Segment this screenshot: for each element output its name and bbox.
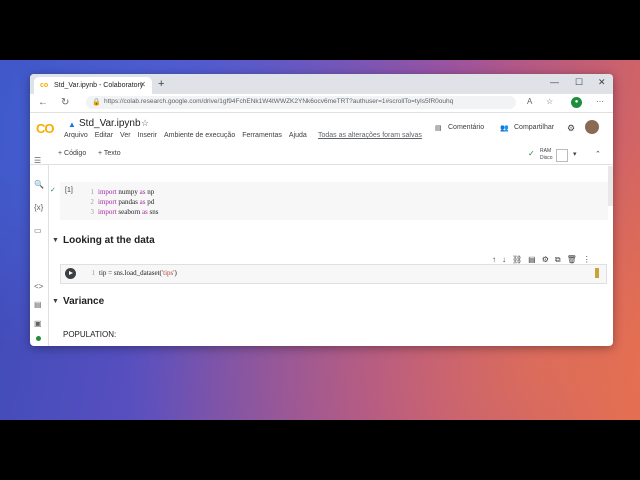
share-icon[interactable]: 👥 bbox=[500, 124, 509, 132]
command-palette-icon[interactable]: ▤ bbox=[34, 300, 42, 309]
url-text: https://colab.research.google.com/drive/… bbox=[104, 98, 454, 105]
chevron-down-icon[interactable]: ▾ bbox=[573, 150, 577, 158]
text-cell-population: POPULATION: bbox=[63, 330, 117, 339]
save-status-link[interactable]: Todas as alterações foram salvas bbox=[318, 132, 422, 139]
url-field[interactable]: 🔒 https://colab.research.google.com/driv… bbox=[86, 96, 516, 109]
menu-ver[interactable]: Ver bbox=[120, 132, 131, 139]
notebook-toolbar: + Código + Texto ✓ RAM Disco ▾ ⌃ bbox=[30, 146, 613, 165]
code-snippets-icon[interactable]: <> bbox=[34, 282, 43, 291]
gear-icon[interactable]: ⚙ bbox=[567, 123, 575, 134]
menu-arquivo[interactable]: Arquivo bbox=[64, 132, 88, 139]
terminal-icon[interactable]: ▣ bbox=[34, 319, 42, 328]
comment-button[interactable]: Comentário bbox=[448, 124, 484, 131]
avatar[interactable] bbox=[585, 120, 599, 134]
favorite-icon[interactable]: ☆ bbox=[546, 97, 553, 106]
extension-icon[interactable]: ● bbox=[571, 97, 582, 108]
run-cell-button[interactable] bbox=[65, 268, 76, 279]
menu-ajuda[interactable]: Ajuda bbox=[289, 132, 307, 139]
code-editor[interactable]: 1 tip = sns.load_dataset('tips') bbox=[87, 269, 177, 277]
menu-ambiente[interactable]: Ambiente de execução bbox=[164, 132, 235, 139]
letterbox-bottom bbox=[0, 420, 640, 480]
collapse-caret-icon[interactable]: ▼ bbox=[52, 237, 59, 244]
add-text-button[interactable]: + Texto bbox=[98, 150, 121, 157]
add-code-button[interactable]: + Código bbox=[58, 150, 86, 157]
new-tab-icon[interactable]: + bbox=[158, 78, 164, 90]
menu-inserir[interactable]: Inserir bbox=[138, 132, 157, 139]
menu-ferramentas[interactable]: Ferramentas bbox=[242, 132, 282, 139]
notebook-title[interactable]: Std_Var.ipynb bbox=[79, 118, 141, 129]
colab-logo[interactable]: CO bbox=[36, 121, 54, 136]
browser-window: co Std_Var.ipynb - Colaboratory ✕ + — ☐ … bbox=[30, 74, 613, 346]
star-icon[interactable]: ☆ bbox=[141, 118, 149, 129]
close-window-icon[interactable]: ✕ bbox=[598, 77, 606, 88]
chevron-up-icon[interactable]: ⌃ bbox=[595, 150, 601, 158]
more-icon[interactable]: ⋯ bbox=[596, 97, 604, 106]
scrollbar[interactable] bbox=[608, 166, 613, 206]
comment-icon[interactable]: ▤ bbox=[435, 124, 442, 132]
read-aloud-icon[interactable]: A bbox=[527, 97, 532, 106]
maximize-icon[interactable]: ☐ bbox=[575, 77, 583, 88]
disk-label: Disco bbox=[540, 155, 553, 161]
section-heading: Looking at the data bbox=[63, 235, 155, 246]
browser-tab[interactable]: co Std_Var.ipynb - Colaboratory ✕ bbox=[34, 77, 152, 94]
code-cell-imports[interactable]: [1] 1 import numpy as np 2 import pandas a… bbox=[60, 182, 608, 220]
search-icon[interactable]: 🔍 bbox=[34, 180, 44, 189]
colab-icon: co bbox=[40, 82, 49, 89]
code-editor[interactable]: 1 import numpy as np 2 import pandas as pd… bbox=[86, 187, 159, 217]
connected-check-icon: ✓ bbox=[528, 149, 535, 158]
reload-icon[interactable]: ↻ bbox=[61, 97, 69, 108]
code-cell-load-dataset[interactable]: 1 tip = sns.load_dataset('tips') bbox=[60, 264, 607, 284]
variables-icon[interactable]: {x} bbox=[34, 203, 43, 212]
cell-executed-check-icon: ✓ bbox=[50, 187, 56, 194]
drive-icon: ▲ bbox=[68, 120, 76, 129]
resource-label[interactable]: RAM Disco bbox=[540, 148, 553, 162]
section-heading: Variance bbox=[63, 296, 105, 307]
menu-editar[interactable]: Editar bbox=[95, 132, 113, 139]
execution-count: [1] bbox=[65, 187, 73, 194]
back-icon[interactable]: ← bbox=[38, 97, 48, 108]
collapse-caret-icon[interactable]: ▼ bbox=[52, 298, 59, 305]
status-dot bbox=[36, 336, 41, 341]
tab-strip: co Std_Var.ipynb - Colaboratory ✕ + — ☐ … bbox=[30, 74, 613, 94]
menu-bar: Arquivo Editar Ver Inserir Ambiente de e… bbox=[64, 132, 307, 139]
close-tab-icon[interactable]: ✕ bbox=[139, 80, 146, 89]
code-line: 2 import pandas as pd bbox=[90, 198, 155, 206]
address-bar: ← ↻ 🔒 https://colab.research.google.com/… bbox=[30, 94, 613, 113]
lock-icon: 🔒 bbox=[92, 99, 101, 106]
resource-meter[interactable] bbox=[556, 149, 568, 162]
letterbox-top bbox=[0, 0, 640, 60]
minimize-icon[interactable]: — bbox=[550, 77, 559, 87]
tab-title: Std_Var.ipynb - Colaboratory bbox=[54, 82, 144, 89]
cell-marker bbox=[595, 268, 599, 278]
share-button[interactable]: Compartilhar bbox=[514, 124, 554, 131]
toc-icon[interactable]: ☰ bbox=[34, 156, 41, 165]
code-line: 3 import seaborn as sns bbox=[90, 208, 159, 216]
ram-label: RAM bbox=[540, 148, 552, 154]
files-icon[interactable]: ▭ bbox=[34, 226, 42, 235]
code-line: 1 import numpy as np bbox=[90, 188, 155, 196]
